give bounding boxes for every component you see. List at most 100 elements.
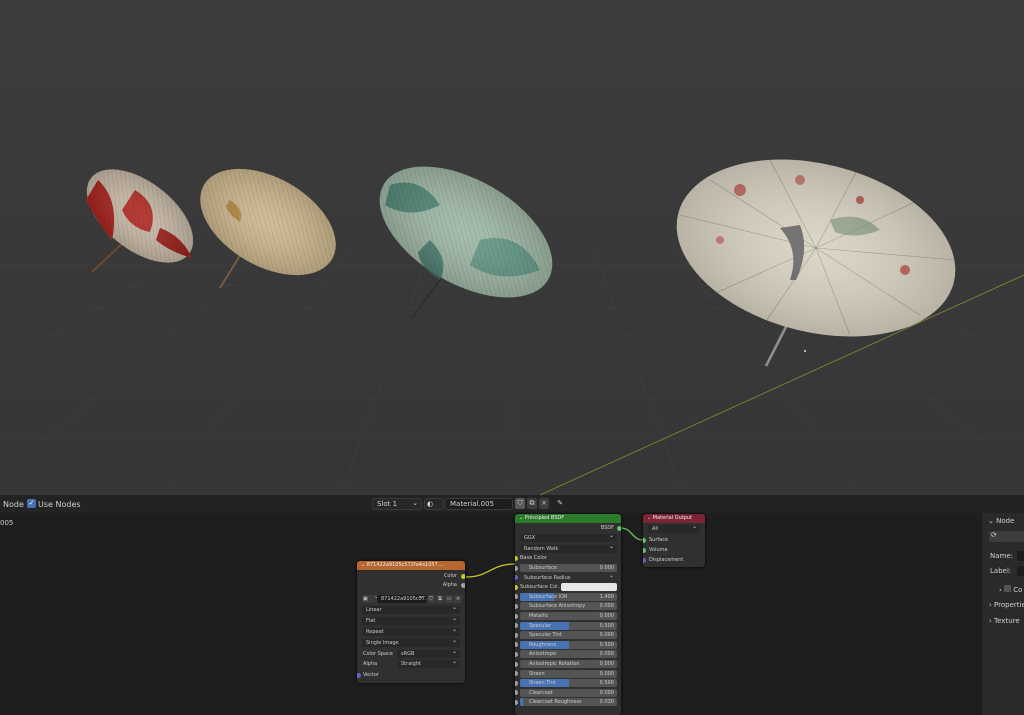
alpha-mode-label: Alpha bbox=[363, 661, 378, 667]
value-slider[interactable]: Specular 0.500 bbox=[520, 621, 617, 630]
node-panel-header[interactable]: ⌄ Node bbox=[988, 517, 1014, 525]
slider-label: Clearcoat bbox=[529, 689, 553, 696]
slider-label: Anisotropic bbox=[529, 651, 557, 658]
surface-input-socket[interactable] bbox=[643, 538, 646, 543]
slider-label: Subsurface IOR bbox=[529, 593, 568, 600]
slider-value: 0.000 bbox=[599, 632, 614, 639]
chevron-down-icon: ⌄ bbox=[988, 517, 997, 525]
source-dropdown[interactable]: Single Image bbox=[362, 637, 460, 647]
value-slider[interactable]: Clearcoat 0.000 bbox=[520, 688, 617, 697]
name-field[interactable] bbox=[1017, 551, 1024, 561]
close-icon[interactable]: × bbox=[454, 595, 462, 603]
label-label: Label: bbox=[990, 567, 1012, 575]
umbrella-red[interactable] bbox=[70, 151, 210, 281]
field-input-socket[interactable] bbox=[515, 680, 518, 686]
slider-value: 0.000 bbox=[599, 661, 614, 667]
field-input-socket[interactable] bbox=[515, 661, 518, 667]
duplicate-icon[interactable]: ⧉ bbox=[436, 595, 444, 603]
field-input-socket[interactable] bbox=[515, 699, 518, 705]
displacement-input-socket[interactable] bbox=[643, 558, 646, 563]
subsurface-radius-dropdown[interactable]: Subsurface Radius bbox=[520, 572, 617, 582]
material-output-node[interactable]: ⌄ Material Output All Surface Volume Dis… bbox=[643, 514, 705, 567]
link-bsdf-to-surface bbox=[620, 527, 644, 541]
distribution-dropdown[interactable]: GGX bbox=[520, 532, 617, 542]
umbrella-floral[interactable] bbox=[658, 132, 974, 367]
slider-value: 0.500 bbox=[599, 641, 614, 648]
field-input-socket[interactable] bbox=[515, 623, 518, 629]
base-color-socket[interactable] bbox=[515, 556, 518, 561]
source-value: Single Image bbox=[366, 640, 399, 646]
field-input-socket[interactable] bbox=[515, 565, 518, 571]
value-slider[interactable]: Sheen 0.000 bbox=[520, 669, 617, 678]
color-output-socket[interactable] bbox=[461, 574, 465, 579]
principled-bsdf-node[interactable]: ⌄ Principled BSDF BSDF GGX Random Walk B… bbox=[515, 514, 621, 715]
field-input-socket[interactable] bbox=[515, 632, 518, 638]
color-space-value: sRGB bbox=[401, 651, 415, 657]
color-space-dropdown[interactable]: sRGB bbox=[397, 648, 460, 658]
node-refresh-field[interactable]: ⟳ bbox=[989, 531, 1024, 542]
value-slider[interactable]: Sheen Tint 0.500 bbox=[520, 679, 617, 688]
volume-input-socket[interactable] bbox=[643, 548, 646, 553]
bsdf-output-socket[interactable] bbox=[617, 526, 621, 531]
slider-label: Sheen bbox=[529, 670, 545, 677]
3d-viewport[interactable] bbox=[0, 0, 1024, 495]
interpolation-dropdown[interactable]: Linear bbox=[362, 604, 460, 614]
field-input-socket[interactable] bbox=[515, 642, 518, 648]
folder-icon[interactable]: ▭ bbox=[445, 595, 453, 603]
value-slider[interactable]: Metallic 0.000 bbox=[520, 612, 617, 620]
texture-panel[interactable]: › Texture bbox=[989, 617, 1020, 625]
field-input-socket[interactable] bbox=[515, 651, 518, 657]
image-node-header[interactable]: ⌄ 871422a9105c572fa4a1057.... bbox=[357, 561, 465, 570]
bsdf-node-header[interactable]: ⌄ Principled BSDF bbox=[515, 514, 621, 523]
bsdf-output-label: BSDF bbox=[600, 525, 614, 531]
label-field[interactable] bbox=[1017, 566, 1024, 576]
subsurface-color-socket[interactable] bbox=[515, 584, 518, 590]
alpha-mode-dropdown[interactable]: Straight bbox=[397, 658, 460, 668]
name-label: Name: bbox=[990, 552, 1014, 560]
shader-node-editor[interactable]: Node ✓ Use Nodes Slot 1 ⌄ ◐ Material.005 … bbox=[0, 495, 1024, 715]
value-slider[interactable]: Anisotropic Rotation 0.000 bbox=[520, 660, 617, 668]
output-target-dropdown[interactable]: All bbox=[648, 523, 700, 533]
field-input-socket[interactable] bbox=[515, 613, 518, 619]
value-slider[interactable]: Subsurface IOR 1.400 bbox=[520, 592, 617, 601]
subsurface-color-swatch[interactable] bbox=[561, 583, 617, 592]
alpha-output-socket[interactable] bbox=[461, 583, 465, 588]
image-texture-node[interactable]: ⌄ 871422a9105c572fa4a1057.... Color Alph… bbox=[357, 561, 465, 683]
color-checkbox[interactable] bbox=[1004, 585, 1012, 592]
umbrella-beige[interactable] bbox=[182, 147, 354, 297]
value-slider[interactable]: Clearcoat Roughness 0.030 bbox=[520, 698, 617, 707]
slider-label: Subsurface Anisotropy bbox=[529, 603, 586, 610]
output-node-header[interactable]: ⌄ Material Output bbox=[643, 514, 705, 523]
field-input-socket[interactable] bbox=[515, 594, 518, 600]
slider-value: 0.000 bbox=[599, 613, 614, 619]
image-name-field[interactable]: 871422a9105c57... bbox=[377, 593, 430, 603]
slider-value: 1.400 bbox=[599, 593, 614, 600]
slider-label: Clearcoat Roughness bbox=[529, 699, 582, 706]
subsurface-radius-socket[interactable] bbox=[515, 575, 518, 581]
color-subpanel[interactable]: › Co bbox=[999, 585, 1022, 594]
color-subpanel-label: Co bbox=[1013, 586, 1023, 594]
value-slider[interactable]: Specular Tint 0.000 bbox=[520, 631, 617, 640]
field-input-socket[interactable] bbox=[515, 671, 518, 677]
field-input-socket[interactable] bbox=[515, 690, 518, 696]
value-slider[interactable]: Roughness 0.500 bbox=[520, 640, 617, 649]
value-slider[interactable]: Subsurface Anisotropy 0.000 bbox=[520, 602, 617, 611]
image-name-value: 871422a9105c57... bbox=[381, 596, 430, 602]
slider-fill bbox=[520, 698, 523, 707]
vector-input-socket[interactable] bbox=[357, 673, 361, 678]
field-input-socket[interactable] bbox=[515, 603, 518, 609]
image-node-title: 871422a9105c572fa4a1057.... bbox=[366, 562, 445, 568]
shield-icon[interactable]: ⛉ bbox=[427, 595, 435, 603]
extension-value: Repeat bbox=[366, 629, 384, 635]
base-color-label: Base Color bbox=[520, 555, 547, 561]
distribution-value: GGX bbox=[524, 535, 536, 541]
subsurface-method-dropdown[interactable]: Random Walk bbox=[520, 543, 617, 553]
umbrella-green[interactable] bbox=[358, 139, 575, 324]
vector-input-label: Vector bbox=[363, 672, 379, 678]
properties-panel[interactable]: › Propertie bbox=[989, 601, 1024, 609]
slider-value: 0.500 bbox=[599, 680, 614, 687]
projection-dropdown[interactable]: Flat bbox=[362, 615, 460, 625]
extension-dropdown[interactable]: Repeat bbox=[362, 626, 460, 636]
value-slider[interactable]: Subsurface 0.000 bbox=[520, 564, 617, 572]
value-slider[interactable]: Anisotropic 0.000 bbox=[520, 650, 617, 659]
